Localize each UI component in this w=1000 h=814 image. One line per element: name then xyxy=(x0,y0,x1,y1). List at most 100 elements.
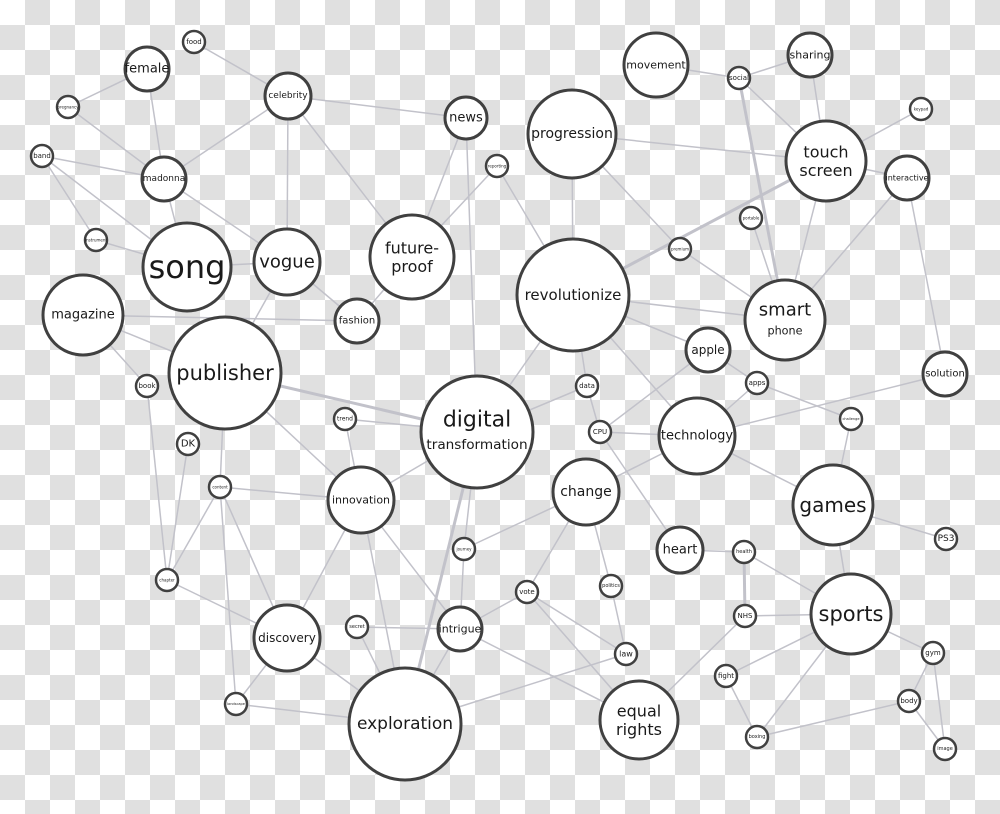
node-premium: premium xyxy=(667,236,693,262)
node-technology: technology xyxy=(657,396,737,476)
node-label: challenge xyxy=(843,417,860,421)
node-progression: progression xyxy=(526,88,618,180)
node-label: revolutionize xyxy=(525,286,622,304)
node-label: apple xyxy=(691,343,724,357)
node-label: solution xyxy=(925,369,965,380)
node-label: content xyxy=(212,485,228,490)
node-song: song xyxy=(141,221,233,313)
node-landscape: landscape xyxy=(223,691,249,717)
node-label: book xyxy=(138,382,156,390)
node-pregnancy: pregnancy xyxy=(55,94,81,120)
node-discovery: discovery xyxy=(252,603,322,673)
node-label: boxing xyxy=(749,734,766,740)
edge-interactive-solution xyxy=(906,177,946,375)
node-gym: gym xyxy=(920,640,946,666)
node-label: touch xyxy=(803,143,848,162)
node-body: body xyxy=(896,688,922,714)
node-celebrity: celebrity xyxy=(263,71,313,121)
node-label: social xyxy=(729,74,749,82)
node-label: journey xyxy=(455,547,472,552)
edge-DK-chapter xyxy=(166,443,189,581)
node-label: future- xyxy=(385,239,439,258)
node-change: change xyxy=(551,457,621,527)
node-label: movement xyxy=(626,59,686,72)
node-label: fashion xyxy=(339,316,375,327)
node-instrument: instrument xyxy=(83,227,109,253)
node-label: reporting xyxy=(488,164,507,169)
node-label: fight xyxy=(718,672,734,680)
nodes-layer: food female celebrity pregnancy band madonna i… xyxy=(29,29,969,782)
node-label: band xyxy=(33,152,51,160)
node-exploration: exploration xyxy=(347,666,463,782)
node-label: law xyxy=(619,650,633,659)
node-label: keypad xyxy=(914,107,929,112)
node-label: food xyxy=(186,38,201,46)
node-challenge: challenge xyxy=(838,406,864,432)
node-label: CPU xyxy=(593,428,607,436)
node-portable: portable xyxy=(738,205,764,231)
node-journey: journey xyxy=(451,536,477,562)
node-vote: vote xyxy=(514,579,540,605)
node-label: apps xyxy=(749,379,766,387)
node-madonna: madonna xyxy=(140,155,188,203)
node-label: vogue xyxy=(259,252,315,273)
node-smart-phone: smart phone xyxy=(743,278,827,362)
edge-celebrity-news xyxy=(287,95,467,119)
node-fashion: fashion xyxy=(333,297,381,345)
node-label: progression xyxy=(531,126,613,142)
node-PS3: PS3 xyxy=(933,526,959,552)
node-innovation: innovation xyxy=(326,465,396,535)
node-data: data xyxy=(574,373,600,399)
node-label: discovery xyxy=(258,631,316,645)
node-image: image xyxy=(932,736,958,762)
node-label: portable xyxy=(743,216,760,221)
node-games: games xyxy=(791,463,875,547)
node-label: smart xyxy=(759,300,811,321)
node-digital-transformation: digital transformation xyxy=(419,374,535,490)
node-boxing: boxing xyxy=(744,724,770,750)
node-label: trend xyxy=(337,416,353,423)
node-vogue: vogue xyxy=(252,227,322,297)
node-solution: solution xyxy=(921,350,969,398)
node-magazine: magazine xyxy=(41,273,125,357)
node-label: equal xyxy=(617,702,661,721)
node-secret: secret xyxy=(344,614,370,640)
node-revolutionize: revolutionize xyxy=(515,237,631,353)
node-label: innovation xyxy=(332,494,390,507)
node-label: vote xyxy=(519,588,534,596)
edge-book-chapter xyxy=(146,385,168,581)
node-NHS: NHS xyxy=(732,603,758,629)
node-sports: sports xyxy=(809,572,893,656)
node-content: content xyxy=(207,474,233,500)
node-book: book xyxy=(134,373,160,399)
node-label: exploration xyxy=(357,714,453,734)
node-apple: apple xyxy=(684,326,732,374)
node-label: heart xyxy=(663,543,698,558)
edge-band-instrument xyxy=(41,155,97,241)
node-label: image xyxy=(937,746,953,752)
node-label: health xyxy=(736,549,752,555)
node-label: body xyxy=(900,697,917,705)
node-label: madonna xyxy=(143,174,185,184)
edge-content-chapter xyxy=(166,486,221,581)
node-label: chapter xyxy=(159,578,175,583)
node-apps: apps xyxy=(744,370,770,396)
edge-content-landscape xyxy=(219,486,237,705)
node-heart: heart xyxy=(655,525,705,575)
node-label: landscape xyxy=(227,702,245,706)
node-female: female xyxy=(123,45,171,93)
node-chapter: chapter xyxy=(154,567,180,593)
node-label: proof xyxy=(391,257,433,276)
node-label: song xyxy=(149,248,226,286)
node-label: PS3 xyxy=(938,534,955,544)
node-intrigue: intrigue xyxy=(436,605,484,653)
node-label: female xyxy=(125,62,170,77)
node-label: gym xyxy=(925,649,941,657)
node-social: social xyxy=(726,65,752,91)
node-label: intrigue xyxy=(439,623,482,636)
node-label: rights xyxy=(616,720,662,739)
node-movement: movement xyxy=(622,31,690,99)
node-label: publisher xyxy=(176,361,274,385)
concept-network-diagram: food female celebrity pregnancy band madonna i… xyxy=(29,29,969,782)
node-interactive: interactive xyxy=(883,154,931,202)
